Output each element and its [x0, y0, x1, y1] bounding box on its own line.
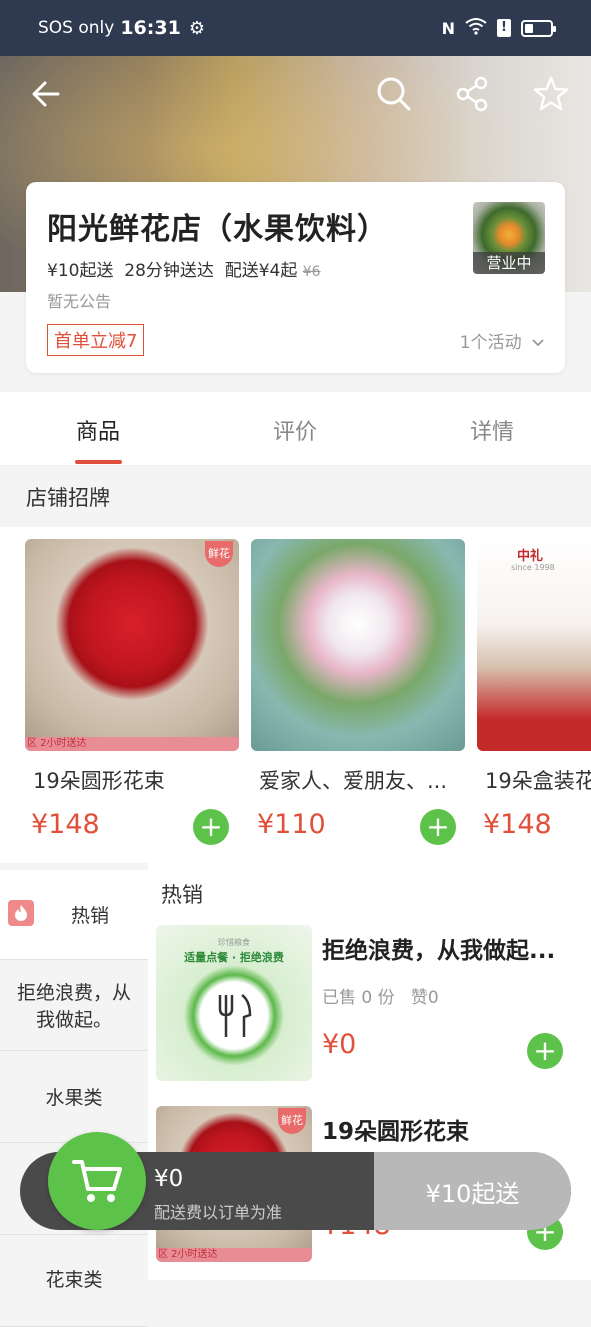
- search-button[interactable]: [372, 72, 416, 116]
- wifi-icon: [465, 17, 487, 40]
- featured-item[interactable]: 鲜花 区 2小时送达 19朵圆形花束 ¥148 +: [25, 539, 239, 849]
- settings-gear-icon: ⚙: [188, 17, 205, 39]
- product-price: ¥148: [31, 809, 100, 840]
- tab-underline: [75, 460, 122, 464]
- open-status-badge: 营业中: [473, 252, 545, 274]
- add-to-cart-button[interactable]: +: [527, 1033, 563, 1069]
- alert-icon: !: [497, 19, 511, 37]
- product-name: 19朵圆形花束: [322, 1119, 470, 1145]
- share-button[interactable]: [451, 72, 495, 116]
- store-notice: 暂无公告: [47, 292, 112, 311]
- product-price: ¥0: [322, 1029, 357, 1060]
- category-label: 热销: [70, 905, 109, 927]
- status-bar: SOS only 16:31 ⚙ N !: [0, 0, 591, 56]
- battery-icon: [521, 19, 556, 37]
- carrier-text: SOS only: [38, 18, 115, 38]
- tab-bar: 商品 评价 详情: [0, 392, 591, 466]
- store-info-card: 阳光鲜花店（水果饮料） ¥10起送 28分钟送达 配送¥4起 ¥6 暂无公告 首…: [26, 182, 565, 373]
- checkout-button[interactable]: ¥10起送: [374, 1152, 571, 1230]
- product-image: 鲜花 区 2小时送达: [25, 539, 239, 751]
- poster-text: 适量点餐 · 拒绝浪费: [184, 951, 284, 964]
- delivery-fee: 配送¥4起: [224, 261, 298, 281]
- product-image: 中礼 since 1998: [477, 539, 591, 751]
- search-icon: [377, 77, 411, 111]
- share-icon: [456, 76, 488, 112]
- fork-knife-icon: [218, 994, 252, 1037]
- product-name: 19朵盒装花: [485, 769, 591, 793]
- activities-toggle[interactable]: 1个活动: [460, 328, 545, 353]
- product-price: ¥110: [257, 809, 326, 840]
- product-name: 拒绝浪费，从我做起...: [322, 938, 556, 964]
- like-count: 赞0: [410, 988, 439, 1008]
- category-bouquet[interactable]: 花束类: [0, 1235, 148, 1327]
- store-meta: ¥10起送 28分钟送达 配送¥4起 ¥6: [47, 256, 321, 281]
- category-hot[interactable]: 热销: [0, 870, 148, 960]
- tab-reviews[interactable]: 评价: [273, 414, 317, 446]
- shopping-cart-icon: [72, 1160, 122, 1202]
- store-name: 阳光鲜花店（水果饮料）: [47, 212, 388, 247]
- star-icon: [533, 76, 569, 111]
- brand-logo-text: 中礼: [517, 549, 544, 564]
- featured-item[interactable]: 中礼 since 1998 19朵盒装花 ¥148: [477, 539, 591, 849]
- fire-icon: [8, 900, 34, 926]
- category-label: 拒绝浪费，从我做起。: [16, 982, 131, 1031]
- product-sales: 已售 0 份 赞0: [322, 983, 439, 1008]
- product-price: ¥148: [483, 809, 552, 840]
- list-item[interactable]: 珍惜粮食 适量点餐 · 拒绝浪费 拒绝浪费，从我做起... 已售 0 份 赞0 …: [156, 925, 586, 1085]
- chevron-down-icon: [532, 339, 544, 347]
- back-arrow-icon: [32, 81, 60, 107]
- fresh-flower-tag: 鲜花: [278, 1108, 306, 1134]
- poster-top-text: 珍惜粮食: [218, 938, 250, 947]
- product-name: 19朵圆形花束: [33, 769, 165, 793]
- delivery-fee-note: 配送费以订单为准: [154, 1203, 283, 1222]
- featured-item[interactable]: 爱家人、爱朋友、... ¥110 +: [251, 539, 465, 849]
- category-label: 花束类: [45, 1269, 103, 1291]
- product-image: [251, 539, 465, 751]
- product-image: 珍惜粮食 适量点餐 · 拒绝浪费: [156, 925, 312, 1081]
- favorite-button[interactable]: [529, 72, 573, 116]
- activities-label: 1个活动: [459, 333, 522, 353]
- product-name: 爱家人、爱朋友、...: [259, 769, 448, 793]
- featured-title: 店铺招牌: [26, 486, 110, 510]
- delivery-strip: 区 2小时送达: [156, 1248, 312, 1262]
- add-to-cart-button[interactable]: +: [193, 809, 229, 845]
- fresh-flower-tag: 鲜花: [205, 541, 233, 567]
- delivery-strip: 区 2小时送达: [25, 737, 239, 751]
- nfc-icon: N: [441, 18, 455, 38]
- category-fruit[interactable]: 水果类: [0, 1051, 148, 1143]
- list-section-title: 热销: [161, 883, 203, 907]
- category-label: 水果类: [45, 1087, 103, 1109]
- tab-details[interactable]: 详情: [470, 414, 514, 446]
- add-to-cart-button[interactable]: +: [420, 809, 456, 845]
- original-delivery-fee: ¥6: [302, 264, 321, 280]
- delivery-time: 28分钟送达: [124, 261, 214, 281]
- cart-button[interactable]: [48, 1132, 146, 1230]
- promo-badge: 首单立减7: [47, 324, 145, 356]
- featured-carousel[interactable]: 鲜花 区 2小时送达 19朵圆形花束 ¥148 + 爱家人、爱朋友、... ¥1…: [0, 527, 591, 863]
- clock: 16:31: [120, 17, 181, 39]
- sold-count: 已售 0 份: [322, 988, 395, 1008]
- brand-since-text: since 1998: [511, 563, 555, 572]
- category-no-waste[interactable]: 拒绝浪费，从我做起。: [0, 960, 148, 1051]
- min-order: ¥10起送: [47, 261, 114, 281]
- cart-amount: ¥0: [154, 1166, 184, 1192]
- tab-products[interactable]: 商品: [76, 414, 120, 446]
- back-button[interactable]: [24, 72, 68, 116]
- store-thumbnail: 营业中: [473, 202, 545, 274]
